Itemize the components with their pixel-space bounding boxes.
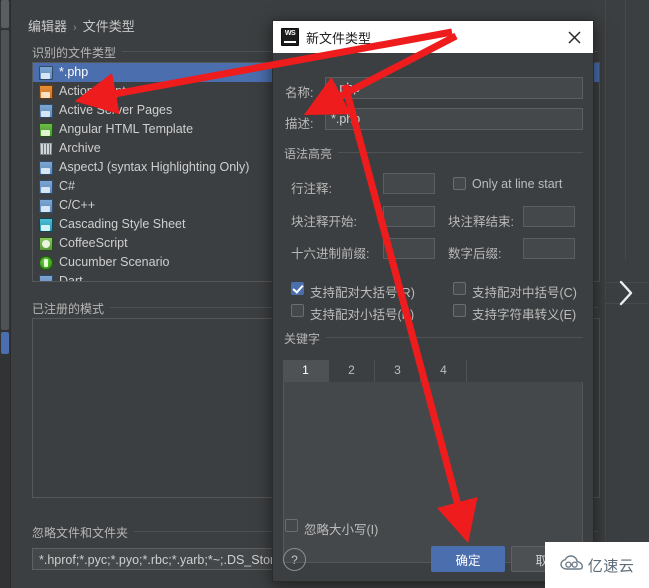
angular-html-file-icon	[39, 122, 53, 137]
line-comment-input[interactable]	[383, 173, 435, 194]
webstorm-app-icon-text: WS	[284, 30, 296, 37]
file-type-label: *.php	[59, 65, 89, 79]
vertical-divider-2	[625, 0, 626, 260]
keyword-tab-4[interactable]: 4	[421, 360, 467, 382]
dialog-title: 新文件类型	[306, 30, 372, 46]
left-rail-segment-top	[1, 0, 9, 28]
aspectj-file-icon	[39, 160, 53, 175]
hex-prefix-input[interactable]	[383, 238, 435, 259]
file-type-label: Archive	[59, 141, 101, 155]
watermark: 亿速云	[545, 542, 649, 588]
support-paired-brackets-label: 支持配对中括号(C)	[472, 286, 577, 300]
registered-patterns-label: 已注册的模式	[32, 300, 111, 317]
keywords-group-rule	[284, 337, 583, 338]
file-type-label: Active Server Pages	[59, 103, 173, 117]
ignore-case-checkbox[interactable]	[285, 519, 298, 532]
asp-file-icon	[39, 103, 53, 118]
file-type-label: C/C++	[59, 198, 96, 212]
syntax-highlight-group-label: 语法高亮	[284, 145, 339, 162]
dialog-content: 名称: *.php 描述: *.php 语法高亮 行注释: Only at li…	[273, 53, 593, 581]
only-at-line-start-label: Only at line start	[472, 177, 563, 191]
description-label: 描述:	[285, 117, 314, 131]
only-at-line-start-checkbox[interactable]	[453, 177, 466, 190]
cpp-file-icon	[39, 198, 53, 213]
block-comment-start-input[interactable]	[383, 206, 435, 227]
file-type-label: C#	[59, 179, 75, 193]
webstorm-app-icon: WS	[281, 28, 299, 46]
file-type-label: CoffeeScript	[59, 236, 128, 250]
watermark-text: 亿速云	[587, 557, 635, 575]
archive-file-icon	[39, 141, 53, 156]
left-rail-segment-middle	[1, 30, 9, 330]
actionscript-file-icon	[39, 84, 53, 99]
ignore-case-label: 忽略大小写(I)	[304, 523, 379, 537]
support-paired-parens-checkbox[interactable]	[291, 304, 304, 317]
block-comment-start-label: 块注释开始:	[291, 215, 357, 229]
line-comment-label: 行注释:	[291, 182, 332, 196]
chevron-right-icon[interactable]	[613, 272, 639, 314]
php-file-icon	[39, 65, 53, 80]
number-suffix-input[interactable]	[523, 238, 575, 259]
support-paired-braces-label: 支持配对大括号(R)	[310, 286, 415, 300]
name-label: 名称:	[285, 86, 314, 100]
breadcrumb: 编辑器 › 文件类型	[28, 16, 135, 35]
keyword-tab-3[interactable]: 3	[375, 360, 421, 382]
support-string-escapes-checkbox[interactable]	[453, 304, 466, 317]
dart-file-icon	[39, 274, 53, 281]
block-comment-end-label: 块注释结束:	[448, 215, 514, 229]
breadcrumb-leaf: 文件类型	[82, 19, 135, 34]
support-paired-braces-checkbox[interactable]	[291, 282, 304, 295]
file-type-label: Cucumber Scenario	[59, 255, 170, 269]
keywords-group-label: 关键字	[284, 330, 327, 347]
file-type-label: Dart	[59, 274, 83, 282]
support-string-escapes-label: 支持字符串转义(E)	[472, 308, 577, 322]
breadcrumb-separator-icon: ›	[73, 22, 77, 34]
csharp-file-icon	[39, 179, 53, 194]
breadcrumb-root[interactable]: 编辑器	[28, 19, 67, 34]
close-icon[interactable]	[561, 24, 587, 50]
recognized-file-types-label: 识别的文件类型	[32, 44, 123, 61]
ok-button[interactable]: 确定	[431, 546, 505, 572]
css-file-icon	[39, 217, 53, 232]
new-file-type-dialog: WS 新文件类型 名称: *.php 描述: *.php 语法高亮 行注释: O…	[272, 20, 594, 582]
number-suffix-label: 数字后缀:	[448, 247, 502, 261]
file-type-label: Cascading Style Sheet	[59, 217, 186, 231]
hex-prefix-label: 十六进制前缀:	[291, 247, 370, 261]
support-paired-brackets-checkbox[interactable]	[453, 282, 466, 295]
block-comment-end-input[interactable]	[523, 206, 575, 227]
support-paired-parens-label: 支持配对小括号(P)	[310, 308, 415, 322]
file-type-label: ActionScript	[59, 84, 126, 98]
cucumber-file-icon	[39, 255, 53, 270]
cloud-icon	[560, 555, 584, 575]
keyword-tabs[interactable]: 1234	[283, 360, 583, 383]
coffeescript-file-icon	[39, 236, 53, 251]
file-type-label: Angular HTML Template	[59, 122, 194, 136]
keyword-tab-1[interactable]: 1	[283, 360, 329, 382]
vertical-divider-1	[605, 0, 606, 588]
help-button[interactable]: ?	[283, 548, 306, 571]
keyword-tab-2[interactable]: 2	[329, 360, 375, 382]
ignore-files-label: 忽略文件和文件夹	[32, 524, 135, 541]
name-input[interactable]: *.php	[325, 77, 583, 99]
dialog-titlebar: WS 新文件类型	[273, 21, 593, 53]
left-rail-selection-marker	[1, 332, 9, 354]
description-input[interactable]: *.php	[325, 108, 583, 130]
file-type-label: AspectJ (syntax Highlighting Only)	[59, 160, 250, 174]
